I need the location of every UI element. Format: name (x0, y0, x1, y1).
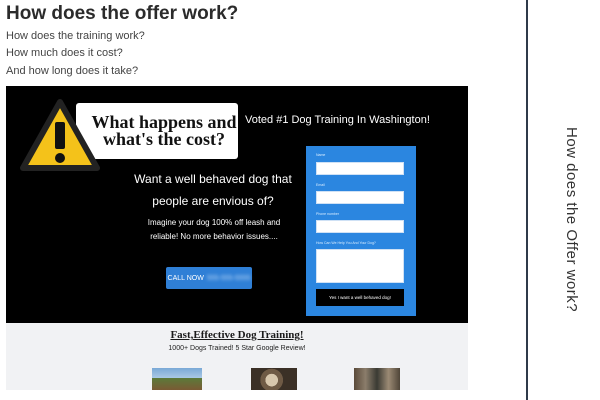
voted-text: Voted #1 Dog Training In Washington! (245, 114, 430, 126)
side-label: How does the Offer work? (563, 127, 580, 313)
intro-line: How much does it cost? (6, 47, 123, 59)
headline: Want a well behaved dog that people are … (134, 172, 292, 208)
phone-field[interactable] (316, 220, 404, 233)
fast-heading: Fast,Effective Dog Training! (170, 329, 304, 341)
lower-section: Fast,Effective Dog Training! 1000+ Dogs … (6, 323, 468, 390)
contact-form: Name Email Phone number How Can We Help … (306, 146, 416, 316)
trained-text: 1000+ Dogs Trained! 5 Star Google Review… (168, 345, 306, 352)
cost-box: What happens and what's the cost? (76, 103, 238, 159)
help-textarea[interactable] (316, 249, 404, 283)
divider-line (526, 0, 528, 400)
call-now-button[interactable]: CALL NOW 555-555-5555 (166, 267, 252, 289)
help-label: How Can We Help You And Your Dog? (316, 241, 376, 245)
dog-photo (354, 368, 400, 390)
intro-line: And how long does it take? (6, 65, 139, 77)
dog-photo (152, 368, 202, 390)
page-title: How does the offer work? (6, 3, 239, 24)
email-label: Email (316, 183, 325, 187)
email-field[interactable] (316, 191, 404, 204)
intro-line: How does the training work? (6, 30, 145, 42)
warning-icon (20, 99, 100, 171)
submit-button[interactable]: Yes I want a well behaved dog! (316, 289, 404, 306)
cost-box-line: what's the cost? (103, 129, 225, 149)
phone-number: 555-555-5555 (206, 274, 251, 282)
subheadline: Imagine your dog 100% off leash and reli… (147, 218, 281, 241)
call-now-label: CALL NOW (167, 274, 204, 282)
phone-label: Phone number (316, 212, 339, 216)
name-field[interactable] (316, 162, 404, 175)
name-label: Name (316, 153, 326, 157)
landing-screenshot: What happens and what's the cost? Voted … (6, 86, 468, 390)
dog-photo (251, 368, 297, 390)
hero-section: What happens and what's the cost? Voted … (6, 86, 468, 323)
